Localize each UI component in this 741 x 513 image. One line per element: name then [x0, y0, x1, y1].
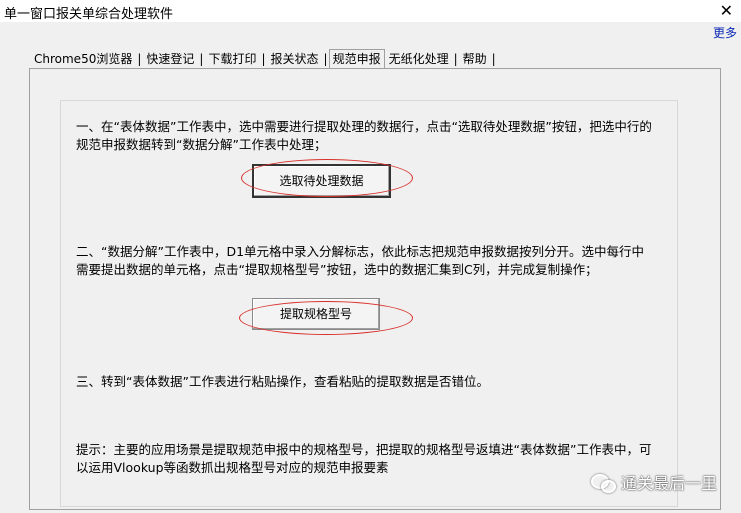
tab-paperless[interactable]: 无纸化处理 — [385, 51, 453, 68]
extract-model-button[interactable]: 提取规格型号 — [252, 298, 380, 330]
wechat-icon — [590, 472, 616, 493]
window-title: 单一窗口报关单综合处理软件 — [4, 7, 174, 22]
tab-standard-declaration[interactable]: 规范申报 — [328, 49, 385, 68]
tab-download-print[interactable]: 下载打印 — [204, 51, 260, 68]
watermark: 通关最后一里 — [590, 470, 717, 494]
tab-declaration-status[interactable]: 报关状态 — [267, 51, 323, 68]
step-1-text: 一、在“表体数据”工作表中，选中需要进行提取处理的数据行，点击“选取待处理数据”… — [76, 119, 652, 152]
close-icon[interactable]: ✕ — [720, 0, 733, 22]
watermark-text: 通关最后一里 — [620, 474, 717, 493]
title-bar: 单一窗口报关单综合处理软件 ✕ — [0, 0, 741, 22]
tip-text: 提示：主要的应用场景是提取规范申报中的规格型号，把提取的规格型号返填进“表体数据… — [76, 442, 652, 475]
instructions-frame: 一、在“表体数据”工作表中，选中需要进行提取处理的数据行，点击“选取待处理数据”… — [60, 100, 678, 507]
select-data-button[interactable]: 选取待处理数据 — [252, 164, 391, 198]
tab-help[interactable]: 帮助 — [459, 51, 491, 68]
tab-chrome50-browser[interactable]: Chrome50浏览器 — [30, 51, 136, 68]
step-2-text: 二、“数据分解”工作表中，D1单元格中录入分解标志，依此标志把规范申报数据按列分… — [76, 244, 645, 277]
more-link[interactable]: 更多 — [713, 24, 737, 41]
step-3-text: 三、转到“表体数据”工作表进行粘贴操作，查看粘贴的提取数据是否错位。 — [76, 374, 489, 389]
tab-panel: 一、在“表体数据”工作表中，选中需要进行提取处理的数据行，点击“选取待处理数据”… — [29, 68, 721, 510]
tab-quick-register[interactable]: 快速登记 — [142, 51, 198, 68]
tab-separator: | — [491, 52, 496, 66]
tab-bar: Chrome50浏览器 | 快速登记 | 下载打印 | 报关状态 | 规范申报 … — [30, 49, 497, 68]
